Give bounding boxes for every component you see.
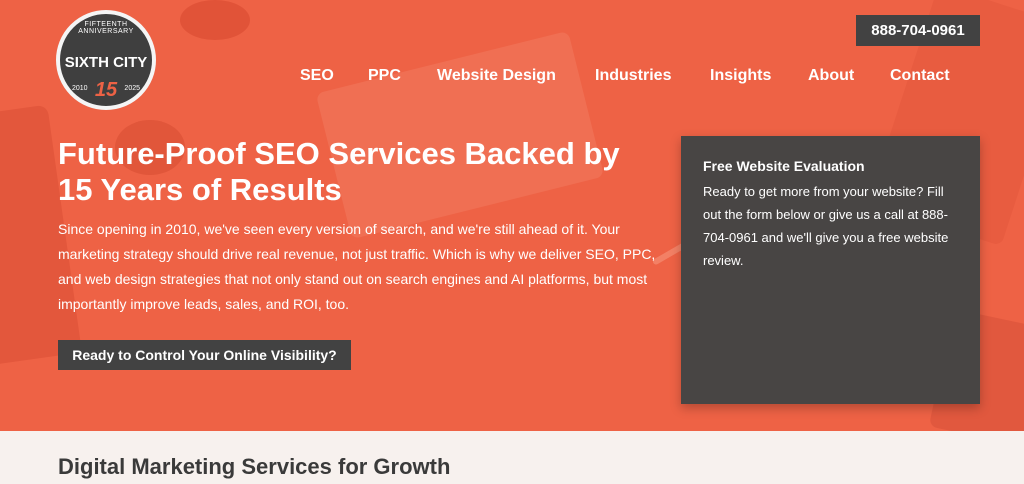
evaluation-card: Free Website Evaluation Ready to get mor…: [681, 136, 980, 404]
section-title: Digital Marketing Services for Growth: [58, 454, 451, 479]
evaluation-body: Ready to get more from your website? Fil…: [703, 184, 949, 268]
nav-website-design[interactable]: Website Design: [437, 67, 556, 85]
logo-brand: SIXTH CITY: [64, 54, 148, 71]
hero-intro: Since opening in 2010, we've seen every …: [58, 221, 656, 312]
logo-year-end: 2025: [124, 85, 140, 92]
nav-insights[interactable]: Insights: [710, 67, 771, 85]
hero-section: FIFTEENTH ANNIVERSARY SIXTH CITY 2010 20…: [0, 0, 1024, 431]
background-mug: [180, 0, 250, 40]
cta-button[interactable]: Ready to Control Your Online Visibility?: [58, 340, 351, 370]
logo-anniversary-number: 15: [94, 79, 118, 101]
phone-button[interactable]: 888-704-0961: [856, 15, 980, 46]
evaluation-title: Free Website Evaluation: [703, 158, 865, 174]
nav-about[interactable]: About: [808, 67, 854, 85]
logo-ring-text: FIFTEENTH ANNIVERSARY: [78, 21, 134, 35]
nav-ppc[interactable]: PPC: [368, 67, 401, 85]
nav-industries[interactable]: Industries: [595, 67, 671, 85]
nav-contact[interactable]: Contact: [890, 67, 950, 85]
site-logo[interactable]: FIFTEENTH ANNIVERSARY SIXTH CITY 2010 20…: [56, 10, 156, 110]
hero-headline: Future-Proof SEO Services Backed by 15 Y…: [58, 136, 620, 207]
nav-seo[interactable]: SEO: [300, 67, 334, 85]
logo-year-start: 2010: [72, 85, 88, 92]
